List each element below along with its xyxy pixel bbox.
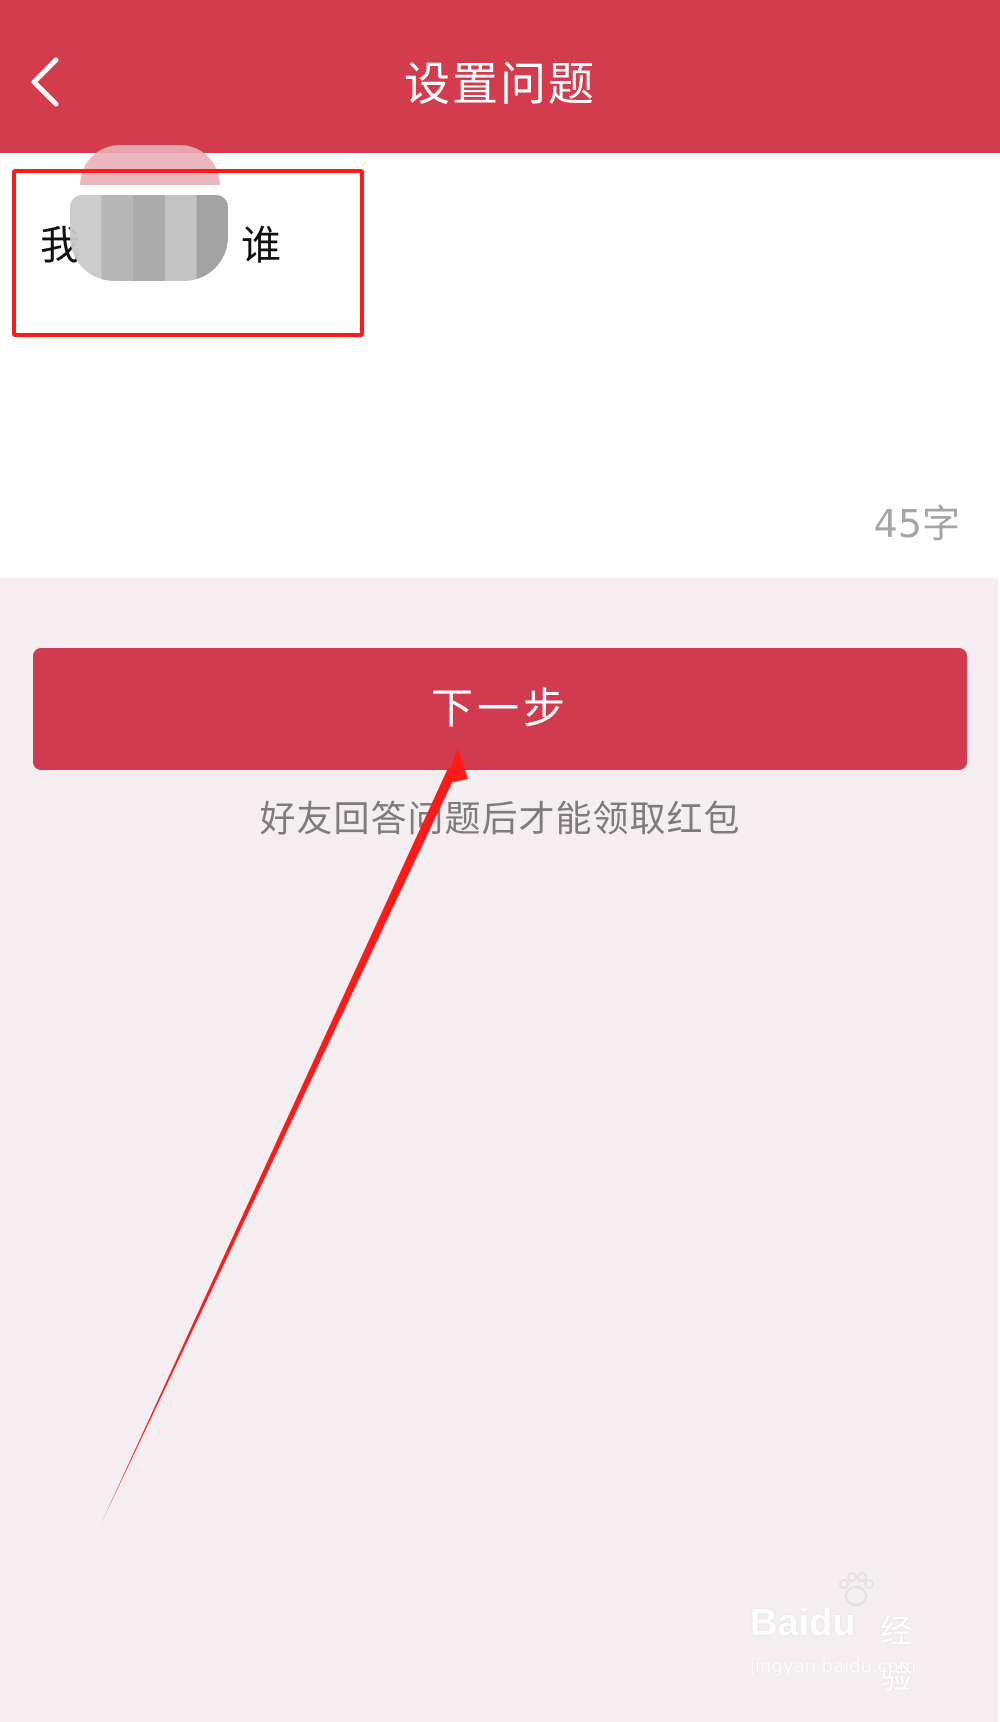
- page: 设置问题 我谁 45字 下一步 好友回答问题后才能领取红包 Baidu 经验 j…: [0, 0, 1000, 1722]
- question-input[interactable]: 我谁 45字: [0, 145, 1000, 578]
- char-count: 45字: [873, 502, 960, 546]
- next-step-button[interactable]: 下一步: [33, 648, 967, 770]
- hint-text: 好友回答问题后才能领取红包: [259, 799, 741, 840]
- watermark-url: jingyan.baidu.com: [750, 1656, 917, 1677]
- watermark-brand: Baidu: [750, 1602, 856, 1644]
- annotation-arrow-shaft: [100, 768, 458, 1526]
- baidu-jingyan-watermark: Baidu 经验 jingyan.baidu.com: [750, 1572, 940, 1696]
- watermark-product: 经验: [880, 1612, 913, 1696]
- header-bar: 设置问题: [0, 0, 1000, 153]
- annotation-highlight-box: [12, 169, 364, 337]
- page-title: 设置问题: [404, 57, 596, 111]
